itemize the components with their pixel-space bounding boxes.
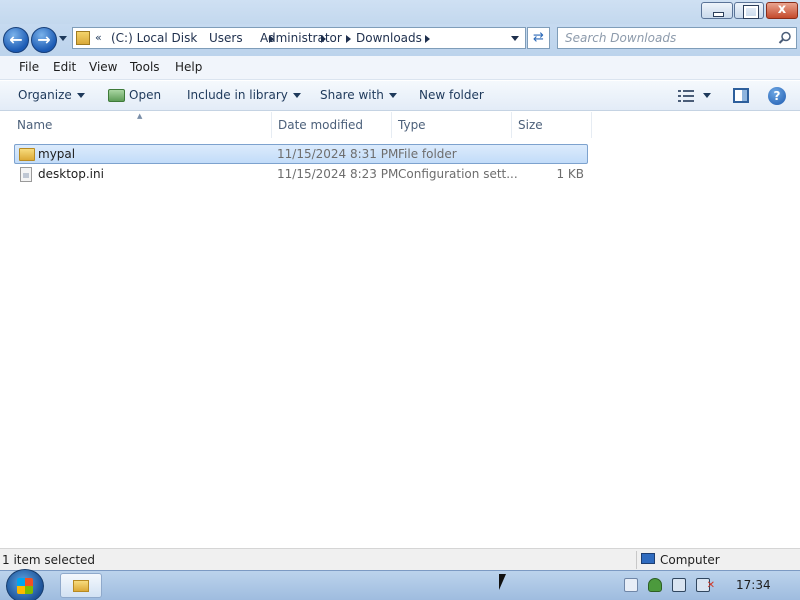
share-with-label: Share with (320, 88, 384, 102)
file-row-mypal[interactable]: mypal 11/15/2024 8:31 PM File folder (14, 144, 588, 164)
include-in-library-label: Include in library (187, 88, 288, 102)
breadcrumb-administrator[interactable]: Administrator (260, 31, 342, 45)
chevron-down-icon (292, 93, 301, 98)
menu-edit[interactable]: Edit (53, 60, 76, 74)
system-clock[interactable]: 17:34 (736, 578, 771, 592)
open-button[interactable]: Open (129, 88, 161, 102)
file-size: 1 KB (556, 167, 584, 181)
action-center-icon[interactable] (624, 578, 638, 592)
back-arrow-icon: ← (9, 30, 23, 49)
folder-location-icon (76, 31, 90, 45)
share-with-button[interactable]: Share with (320, 88, 397, 102)
computer-icon (641, 553, 655, 564)
chevron-down-icon (388, 93, 397, 98)
security-shield-icon[interactable] (648, 578, 662, 592)
forward-arrow-icon: → (37, 30, 51, 49)
forward-button[interactable]: → (31, 27, 57, 53)
selection-status: 1 item selected (2, 553, 96, 567)
minimize-button[interactable] (701, 2, 733, 19)
file-list-pane[interactable]: ▲ Name Date modified Type Size mypal 11/… (0, 112, 800, 547)
command-bar: Organize Open Include in library Share w… (0, 81, 800, 111)
refresh-button[interactable]: ⇄ (527, 27, 550, 49)
menu-bar: File Edit View Tools Help (0, 56, 800, 80)
column-header-name[interactable]: Name (11, 112, 272, 138)
menu-file[interactable]: File (19, 60, 39, 74)
search-placeholder: Search Downloads (565, 31, 677, 45)
chevron-down-icon (76, 93, 85, 98)
file-name: mypal (38, 147, 76, 161)
preview-pane-icon[interactable] (733, 88, 749, 103)
status-bar: 1 item selected Computer (0, 548, 800, 570)
file-type: Configuration sett... (398, 167, 518, 181)
back-button[interactable]: ← (3, 27, 29, 53)
start-button[interactable] (6, 569, 44, 600)
organize-label: Organize (18, 88, 72, 102)
address-bar[interactable]: « (C:) Local Disk Users Administrator Do… (72, 27, 526, 49)
menu-tools[interactable]: Tools (130, 60, 160, 74)
column-header-date-modified[interactable]: Date modified (272, 112, 392, 138)
search-input[interactable]: Search Downloads (557, 27, 797, 49)
menu-view[interactable]: View (89, 60, 117, 74)
change-view-icon[interactable] (678, 89, 694, 103)
folder-icon (19, 148, 35, 161)
windows-logo-icon (17, 578, 33, 594)
breadcrumb-arrow-icon[interactable] (425, 35, 430, 43)
location-status: Computer (660, 553, 720, 567)
file-type: File folder (398, 147, 457, 161)
menu-help[interactable]: Help (175, 60, 202, 74)
close-icon: x (777, 2, 787, 17)
open-icon (108, 89, 125, 102)
file-row-desktop-ini[interactable]: desktop.ini 11/15/2024 8:23 PM Configura… (14, 165, 588, 185)
new-folder-button[interactable]: New folder (419, 88, 484, 102)
address-overflow-chevron[interactable]: « (95, 31, 102, 44)
close-button[interactable]: x (766, 2, 798, 19)
file-name: desktop.ini (38, 167, 104, 181)
help-icon[interactable]: ? (768, 87, 786, 105)
taskbar: 17:34 (0, 569, 800, 600)
maximize-button[interactable] (734, 2, 764, 19)
explorer-folder-icon (73, 580, 89, 592)
mouse-cursor-icon (499, 574, 506, 590)
file-date: 11/15/2024 8:31 PM (277, 147, 399, 161)
breadcrumb-downloads[interactable]: Downloads (356, 31, 422, 45)
organize-button[interactable]: Organize (18, 88, 85, 102)
refresh-icon: ⇄ (533, 30, 544, 45)
recent-pages-dropdown[interactable] (59, 36, 67, 41)
column-header-size[interactable]: Size (512, 112, 592, 138)
volume-muted-icon[interactable] (696, 578, 715, 592)
search-icon[interactable] (778, 31, 792, 45)
taskbar-explorer-button[interactable] (60, 573, 102, 598)
include-in-library-button[interactable]: Include in library (187, 88, 301, 102)
address-dropdown-icon[interactable] (511, 36, 519, 41)
breadcrumb-arrow-icon[interactable] (346, 35, 351, 43)
column-header-type[interactable]: Type (392, 112, 512, 138)
network-icon[interactable] (672, 578, 686, 592)
breadcrumb-users[interactable]: Users (209, 31, 243, 45)
title-bar: x (0, 0, 800, 24)
config-file-icon (20, 167, 32, 182)
status-divider (636, 551, 637, 569)
file-date: 11/15/2024 8:23 PM (277, 167, 399, 181)
view-options-dropdown-icon[interactable] (703, 93, 711, 98)
breadcrumb-local-disk[interactable]: (C:) Local Disk (111, 31, 197, 45)
navigation-bar: ← → « (C:) Local Disk Users Administrato… (0, 24, 800, 56)
